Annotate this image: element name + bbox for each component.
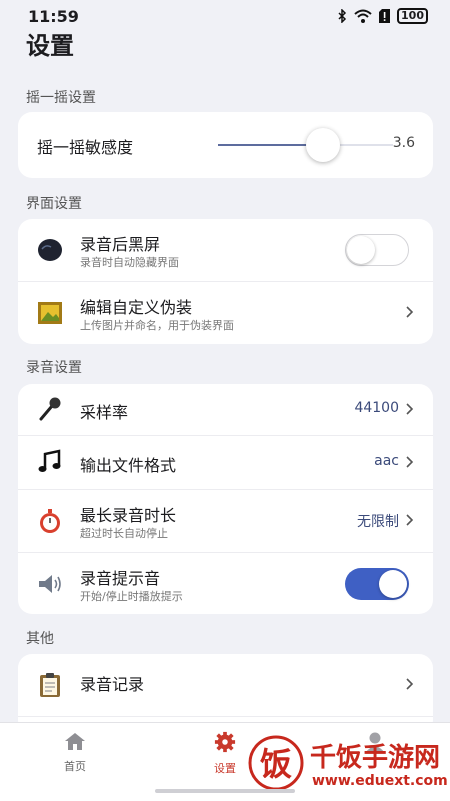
records-label: 录音记录 — [80, 675, 145, 694]
section-title-recording: 录音设置 — [26, 360, 82, 376]
format-row[interactable]: 输出文件格式 aac — [18, 436, 433, 490]
recording-card: 采样率 44100 输出文件格式 aac 最长录音时长 超过时长自动停止 无限制… — [18, 384, 433, 614]
sample-rate-row[interactable]: 采样率 44100 — [18, 384, 433, 436]
home-indicator — [155, 789, 295, 793]
toggle-knob — [347, 236, 375, 264]
chevron-right-icon — [406, 678, 414, 690]
slider-thumb[interactable] — [306, 128, 340, 162]
nav-home-label: 首页 — [64, 760, 86, 773]
clipboard-icon — [40, 673, 60, 697]
watermark-brand: 千饭手游网 — [310, 743, 441, 773]
watermark-url: www.eduext.com — [312, 773, 448, 789]
section-title-other: 其他 — [26, 631, 54, 647]
max-duration-label: 最长录音时长 — [80, 506, 177, 525]
gear-icon — [214, 731, 236, 753]
format-value: aac — [374, 453, 399, 469]
black-screen-sub: 录音时自动隐藏界面 — [80, 256, 179, 269]
sim-alert-icon — [379, 9, 391, 23]
watermark: 饭 千饭手游网 www.eduext.com — [248, 733, 448, 795]
black-screen-row[interactable]: 录音后黑屏 录音时自动隐藏界面 — [18, 219, 433, 282]
chevron-right-icon — [406, 514, 414, 526]
sample-rate-value: 44100 — [354, 400, 399, 416]
home-icon — [65, 733, 85, 750]
sensitivity-value: 3.6 — [392, 135, 415, 151]
max-duration-row[interactable]: 最长录音时长 超过时长自动停止 无限制 — [18, 490, 433, 553]
sensitivity-slider[interactable] — [218, 128, 393, 162]
max-duration-value: 无限制 — [357, 514, 399, 530]
disguise-row[interactable]: 编辑自定义伪装 上传图片并命名，用于伪装界面 — [18, 282, 433, 344]
watermark-logo-char: 饭 — [260, 745, 292, 783]
prompt-sound-toggle[interactable] — [345, 568, 409, 600]
speaker-icon — [39, 575, 61, 593]
section-title-interface: 界面设置 — [26, 196, 82, 212]
chevron-right-icon — [406, 456, 414, 468]
dark-screen-icon — [38, 239, 62, 261]
max-duration-sub: 超过时长自动停止 — [80, 527, 168, 540]
battery-indicator: 100 — [397, 8, 428, 24]
section-title-shake: 摇一摇设置 — [26, 90, 96, 106]
chevron-right-icon — [406, 306, 414, 318]
page-title: 设置 — [26, 32, 74, 60]
prompt-sound-sub: 开始/停止时播放提示 — [80, 590, 183, 603]
microphone-icon — [39, 397, 61, 421]
disguise-sub: 上传图片并命名，用于伪装界面 — [80, 319, 234, 332]
sensitivity-label: 摇一摇敏感度 — [37, 138, 134, 157]
stopwatch-icon — [40, 509, 60, 533]
music-note-icon — [38, 449, 61, 472]
prompt-sound-label: 录音提示音 — [80, 569, 161, 588]
records-row[interactable]: 录音记录 — [18, 654, 433, 717]
watermark-logo: 饭 — [248, 735, 304, 791]
format-label: 输出文件格式 — [80, 456, 177, 475]
prompt-sound-row[interactable]: 录音提示音 开始/停止时播放提示 — [18, 553, 433, 615]
shake-sensitivity-row: 摇一摇敏感度 3.6 — [18, 112, 433, 178]
black-screen-label: 录音后黑屏 — [80, 235, 161, 254]
status-time: 11:59 — [28, 7, 79, 26]
shake-card: 摇一摇敏感度 3.6 — [18, 112, 433, 178]
wifi-icon — [354, 9, 372, 23]
sample-rate-label: 采样率 — [80, 403, 129, 422]
nav-home[interactable]: 首页 — [40, 731, 110, 774]
toggle-knob — [379, 570, 407, 598]
black-screen-toggle[interactable] — [345, 234, 409, 266]
picture-frame-icon — [38, 302, 62, 324]
interface-card: 录音后黑屏 录音时自动隐藏界面 编辑自定义伪装 上传图片并命名，用于伪装界面 — [18, 219, 433, 344]
status-icons: 100 — [338, 8, 428, 24]
chevron-right-icon — [406, 403, 414, 415]
disguise-label: 编辑自定义伪装 — [80, 298, 193, 317]
bluetooth-icon — [338, 9, 347, 23]
